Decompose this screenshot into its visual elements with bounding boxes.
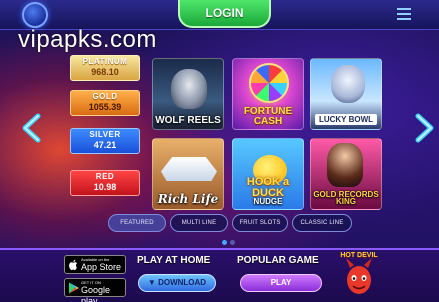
game-tile-hook-a-duck[interactable]: HOOK a DUCK NUDGE (232, 138, 304, 210)
yacht-icon (161, 157, 217, 181)
game-title: WOLF REELS (155, 115, 221, 126)
hamburger-menu-icon[interactable] (397, 8, 411, 23)
jackpot-label: PLATINUM (82, 57, 128, 66)
wolf-icon (171, 69, 207, 109)
football-player-icon (331, 65, 365, 103)
google-play-button[interactable]: GET IT ON Google play (64, 278, 126, 302)
jackpot-platinum: PLATINUM 968.10 (70, 55, 140, 81)
google-play-icon (69, 282, 79, 294)
jackpot-value: 968.10 (91, 67, 119, 77)
game-title: FORTUNE CASH (243, 106, 293, 127)
jackpot-value: 1055.39 (88, 102, 122, 112)
download-arrow-icon: ▼ (147, 278, 159, 287)
popular-game-title: POPULAR GAME (237, 255, 319, 266)
game-subtitle: NUDGE (253, 197, 283, 206)
featured-game-label: HOT DEVIL (340, 252, 378, 259)
previous-arrow-icon[interactable] (20, 113, 42, 143)
hot-devil-game-thumbnail[interactable]: HOT DEVIL (340, 252, 378, 300)
game-tile-lucky-bowl[interactable]: LUCKY BOWL (310, 58, 382, 130)
game-subtitle: KING (336, 197, 356, 206)
store-big-text: Google play (81, 285, 111, 302)
game-title: Rich Life (157, 192, 219, 206)
game-tile-rich-life[interactable]: Rich Life (152, 138, 224, 210)
profile-orb-button[interactable] (22, 2, 48, 28)
store-big-text: App Store (81, 262, 122, 272)
game-tile-fortune-cash[interactable]: FORTUNE CASH (232, 58, 304, 130)
app-store-button[interactable]: Available on the App Store (64, 255, 126, 274)
next-arrow-icon[interactable] (414, 113, 436, 143)
jackpot-silver: SILVER 47.21 (70, 128, 140, 154)
game-tile-wolf-reels[interactable]: WOLF REELS (152, 58, 224, 130)
singer-icon (327, 143, 363, 187)
tab-fruit-slots[interactable]: FRUIT SLOTS (232, 214, 288, 232)
download-button[interactable]: ▼ DOWNLOAD (138, 274, 216, 292)
jackpot-label: SILVER (89, 130, 121, 139)
game-tile-gold-records-king[interactable]: GOLD RECORDS KING (310, 138, 382, 210)
apple-icon (69, 259, 78, 271)
download-label: DOWNLOAD (158, 278, 207, 287)
jackpot-red: RED 10.98 (70, 170, 140, 196)
tab-classic-line[interactable]: CLASSIC LINE (292, 214, 352, 232)
game-title: LUCKY BOWL (315, 114, 377, 125)
game-title: HOOK a DUCK (246, 176, 290, 199)
pager-dot[interactable] (222, 240, 227, 245)
category-tabs: FEATURED MULTI LINE FRUIT SLOTS CLASSIC … (108, 214, 352, 232)
pager-dot[interactable] (230, 240, 235, 245)
jackpot-value: 47.21 (93, 140, 117, 150)
fortune-wheel-icon (249, 63, 289, 103)
jackpot-gold: GOLD 1055.39 (70, 90, 140, 116)
login-button[interactable]: LOGIN (178, 0, 271, 28)
jackpot-label: GOLD (92, 92, 118, 101)
tab-multi-line[interactable]: MULTI LINE (170, 214, 228, 232)
tab-featured[interactable]: FEATURED (108, 214, 166, 232)
play-at-home-title: PLAY AT HOME (137, 255, 211, 266)
play-button[interactable]: PLAY (240, 274, 322, 292)
jackpot-label: RED (95, 172, 115, 181)
jackpot-value: 10.98 (93, 182, 117, 192)
watermark-text: vipapks.com (18, 26, 157, 53)
